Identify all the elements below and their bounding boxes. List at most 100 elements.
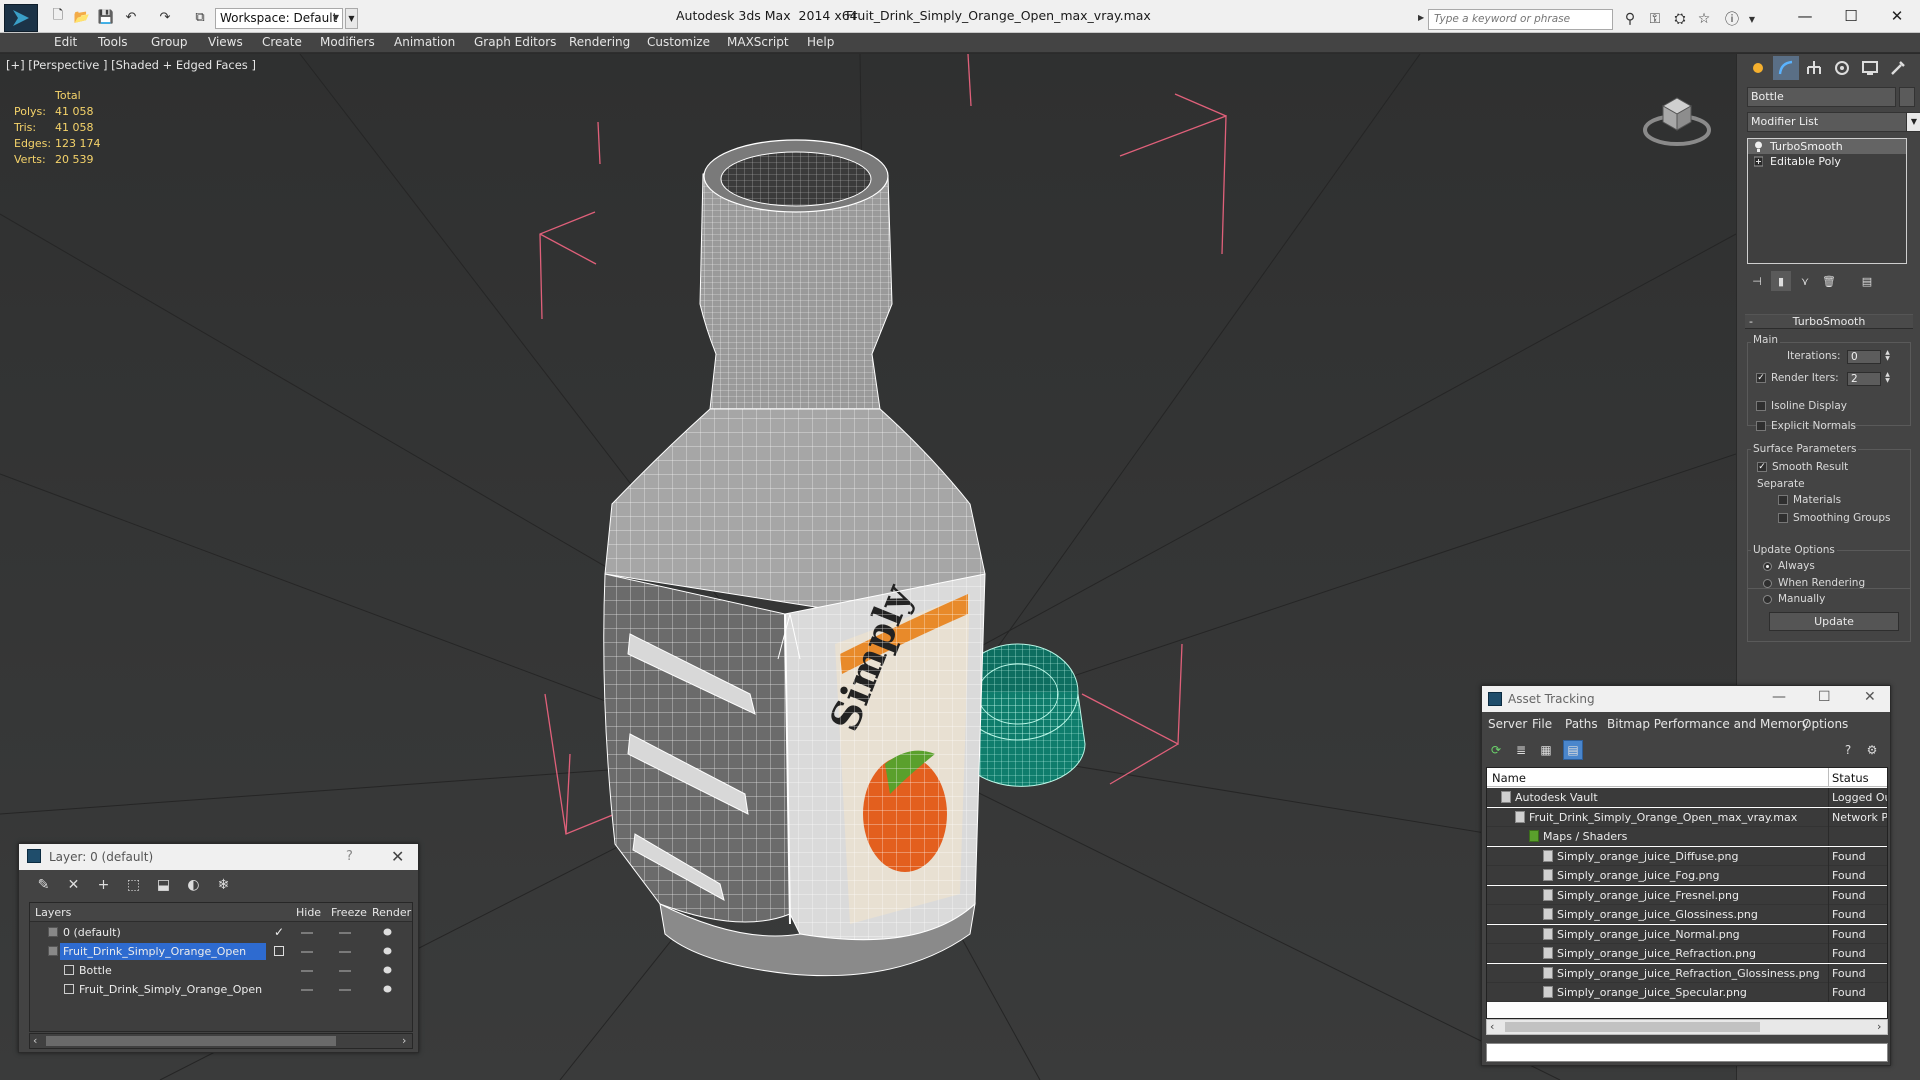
highlight-layer-icon[interactable]: ⬓ — [151, 874, 176, 896]
asset-row[interactable]: Simply_orange_juice_Diffuse.png Found — [1487, 846, 1887, 866]
menu-graph-editors[interactable]: Graph Editors — [474, 35, 556, 49]
project-folder-icon[interactable]: ⧉ — [190, 8, 210, 26]
hide-toggle[interactable] — [301, 989, 313, 991]
always-radio[interactable] — [1763, 562, 1772, 571]
scrollbar-thumb[interactable] — [1505, 1022, 1760, 1032]
current-layer-check-icon[interactable]: ✓ — [274, 925, 284, 939]
col-render[interactable]: Render — [372, 906, 411, 919]
open-file-icon[interactable]: 📂 — [72, 8, 92, 26]
subscription-icon[interactable]: ⚿ — [1645, 9, 1665, 29]
menu-rendering[interactable]: Rendering — [569, 35, 630, 49]
help-query-icon[interactable]: ? — [1838, 740, 1858, 760]
redo-icon[interactable]: ↷ — [155, 8, 175, 26]
stack-item-editable-poly[interactable]: Editable Poly — [1748, 154, 1906, 169]
object-color-swatch[interactable] — [1899, 87, 1915, 107]
communication-center-icon[interactable]: ⛭ — [1670, 9, 1690, 29]
quick-access-customize-button[interactable]: ▼ — [345, 8, 358, 29]
scroll-right-icon[interactable]: › — [402, 1034, 406, 1047]
menu-paths[interactable]: Paths — [1565, 717, 1598, 731]
menu-maxscript[interactable]: MAXScript — [727, 35, 789, 49]
asset-row[interactable]: Maps / Shaders — [1487, 827, 1887, 846]
save-file-icon[interactable]: 💾 — [96, 8, 116, 26]
maximize-button[interactable]: ☐ — [1828, 0, 1874, 32]
maximize-icon[interactable]: ☐ — [1818, 689, 1831, 705]
modify-tab-icon[interactable] — [1773, 56, 1799, 80]
when-rendering-radio[interactable] — [1763, 579, 1772, 588]
explicit-normals-checkbox[interactable] — [1756, 421, 1766, 431]
col-name[interactable]: Name — [1492, 771, 1526, 785]
col-hide[interactable]: Hide — [296, 906, 321, 919]
isoline-display-checkbox[interactable] — [1756, 401, 1766, 411]
motion-tab-icon[interactable] — [1829, 56, 1855, 80]
render-teapot-icon[interactable] — [382, 927, 393, 936]
create-layer-icon[interactable]: ✎ — [31, 874, 56, 896]
search-input[interactable] — [1434, 13, 1607, 25]
select-in-layer-icon[interactable]: ⬚ — [121, 874, 146, 896]
list-view-icon[interactable]: ≣ — [1511, 740, 1531, 760]
asset-row[interactable]: Simply_orange_juice_Refraction_Glossines… — [1487, 963, 1887, 983]
render-teapot-icon[interactable] — [382, 965, 393, 974]
workspace-dropdown[interactable]: Workspace: Default ▼ — [215, 8, 343, 29]
col-layers[interactable]: Layers — [35, 906, 71, 919]
scroll-right-icon[interactable]: › — [1877, 1020, 1881, 1033]
menu-group[interactable]: Group — [151, 35, 188, 49]
help-dropdown-icon[interactable]: ▼ — [1742, 9, 1762, 29]
asset-row[interactable]: Simply_orange_juice_Normal.png Found — [1487, 924, 1887, 944]
menu-help[interactable]: Help — [807, 35, 834, 49]
asset-row[interactable]: Fruit_Drink_Simply_Orange_Open_max_vray.… — [1487, 807, 1887, 827]
spinner-arrows-icon[interactable]: ▲ ▼ — [1883, 372, 1892, 386]
hide-all-icon[interactable]: ◐ — [181, 874, 206, 896]
favorites-star-icon[interactable]: ☆ — [1694, 9, 1714, 29]
expand-plus-icon[interactable] — [1754, 156, 1763, 167]
hide-toggle[interactable] — [301, 932, 313, 934]
layer-row[interactable]: Bottle — [30, 961, 412, 980]
binoculars-icon[interactable]: ⚲ — [1620, 9, 1640, 29]
freeze-toggle[interactable] — [339, 932, 351, 934]
spinner-arrows-icon[interactable]: ▲ ▼ — [1883, 350, 1892, 364]
asset-row[interactable]: Simply_orange_juice_Fog.png Found — [1487, 866, 1887, 885]
minimize-button[interactable]: — — [1782, 0, 1828, 32]
layer-horizontal-scrollbar[interactable]: ‹ › — [29, 1033, 413, 1049]
menu-bitmap-performance[interactable]: Bitmap Performance and Memory — [1607, 717, 1809, 731]
menu-tools[interactable]: Tools — [98, 35, 128, 49]
hide-toggle[interactable] — [301, 951, 313, 953]
menu-edit[interactable]: Edit — [54, 35, 77, 49]
menu-modifiers[interactable]: Modifiers — [320, 35, 375, 49]
menu-create[interactable]: Create — [262, 35, 302, 49]
render-teapot-icon[interactable] — [382, 946, 393, 955]
freeze-all-icon[interactable]: ❄ — [211, 874, 236, 896]
close-icon[interactable]: ✕ — [1864, 689, 1876, 705]
manually-radio[interactable] — [1763, 595, 1772, 604]
menu-server[interactable]: Server — [1488, 717, 1527, 731]
col-freeze[interactable]: Freeze — [331, 906, 367, 919]
new-file-icon[interactable]: 🗋 — [48, 8, 68, 26]
lightbulb-icon[interactable] — [1754, 141, 1763, 152]
stack-item-turbosmooth[interactable]: TurboSmooth — [1748, 139, 1906, 154]
create-tab-icon[interactable] — [1745, 56, 1771, 80]
materials-checkbox[interactable] — [1778, 495, 1788, 505]
asset-row[interactable]: Simply_orange_juice_Refraction.png Found — [1487, 944, 1887, 963]
modifier-list-dropdown[interactable]: Modifier List ▼ — [1747, 112, 1920, 132]
freeze-toggle[interactable] — [339, 951, 351, 953]
grid-view-icon[interactable]: ▤ — [1563, 740, 1583, 760]
layer-row[interactable]: Fruit_Drink_Simply_Orange_Open — [30, 980, 412, 999]
iterations-spinner[interactable]: 0 — [1847, 350, 1881, 364]
viewcube-icon[interactable] — [1641, 84, 1713, 156]
table-view-icon[interactable]: ▦ — [1536, 740, 1556, 760]
scrollbar-thumb[interactable] — [46, 1036, 336, 1046]
col-status[interactable]: Status — [1832, 771, 1869, 785]
asset-row[interactable]: Autodesk Vault Logged Ou — [1487, 788, 1887, 807]
render-teapot-icon[interactable] — [382, 984, 393, 993]
pin-stack-icon[interactable]: ⊣ — [1747, 271, 1767, 291]
update-button[interactable]: Update — [1769, 612, 1899, 631]
object-name-field[interactable]: Bottle — [1747, 87, 1896, 107]
scroll-left-icon[interactable]: ‹ — [1490, 1020, 1494, 1033]
close-icon[interactable]: ✕ — [391, 847, 404, 866]
hide-toggle[interactable] — [301, 970, 313, 972]
app-menu-button[interactable] — [4, 4, 38, 32]
asset-horizontal-scrollbar[interactable]: ‹ › — [1486, 1019, 1888, 1035]
render-iters-spinner[interactable]: 2 — [1847, 372, 1881, 386]
layer-row[interactable]: 0 (default) ✓ — [30, 923, 412, 942]
menu-options[interactable]: Options — [1802, 717, 1848, 731]
minimize-icon[interactable]: — — [1772, 689, 1786, 705]
